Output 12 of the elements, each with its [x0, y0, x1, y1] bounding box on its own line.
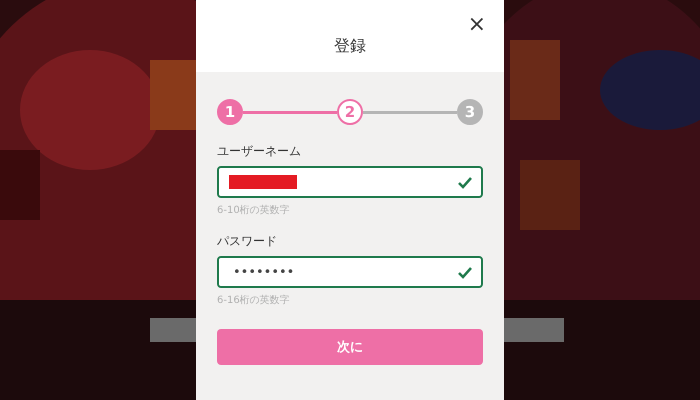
field-label: ユーザーネーム: [217, 143, 301, 160]
step-indicator: 1: [217, 99, 243, 125]
close-button[interactable]: ×: [468, 12, 486, 38]
step-indicator: 2: [337, 99, 363, 125]
field-hint: 6-16桁の英数字: [217, 294, 290, 307]
dialog-title: 登録: [334, 36, 366, 56]
input-field[interactable]: [217, 166, 483, 198]
field-label: パスワード: [217, 233, 277, 250]
input-field[interactable]: ••••••••: [217, 256, 483, 288]
field-hint: 6-10桁の英数字: [217, 204, 290, 217]
step-indicator: 3: [457, 99, 483, 125]
field-value: ••••••••: [232, 264, 294, 280]
